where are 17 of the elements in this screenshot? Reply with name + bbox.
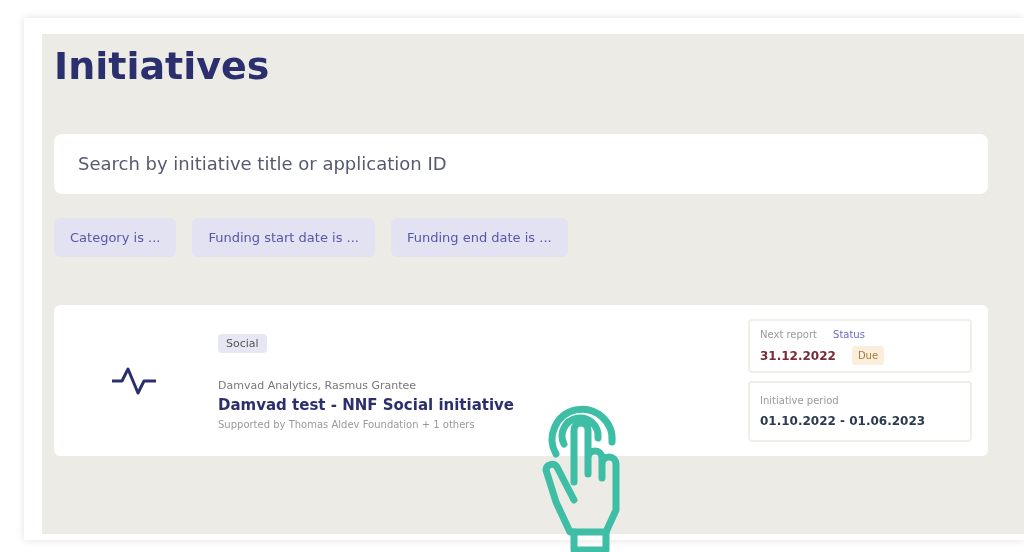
- page-title: Initiatives: [54, 44, 271, 90]
- initiative-title[interactable]: Damvad test - NNF Social initiative: [218, 394, 748, 417]
- category-tag: Social: [218, 333, 267, 353]
- next-report-label: Next report: [760, 328, 818, 343]
- filter-button[interactable]: Category is ...: [54, 217, 177, 258]
- status-label: Status: [833, 328, 865, 343]
- applicant-text: Damvad Analytics, Rasmus Grantee: [218, 377, 417, 394]
- status-badge: Due: [851, 346, 885, 366]
- filter-button[interactable]: Funding start date is ...: [192, 217, 375, 258]
- search-field[interactable]: Search by initiative title or application ID: [54, 133, 988, 194]
- supporters-text: Supported by Thomas Aldev Foundation + 1 others: [218, 417, 476, 432]
- report-date: 31.12.2022: [760, 347, 836, 365]
- pulse-icon: [110, 365, 158, 396]
- filter-button[interactable]: Funding end date is ...: [390, 217, 568, 258]
- initiative-card[interactable]: Social Damvad Analytics, Rasmus Grantee Damvad test - NNF Social initiative Supported by Thomas Aldev Foundation + 1 others Next report Status 31.12.2022 Due Initiative period 01.10.2022 - 01.06.2023: [54, 305, 988, 457]
- period-dates: 01.10.2022 - 01.06.2023: [760, 413, 927, 431]
- period-label: Initiative period: [760, 394, 840, 409]
